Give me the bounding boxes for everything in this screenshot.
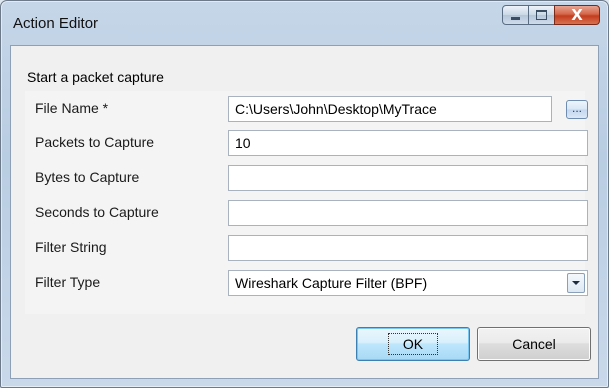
window-controls: X [502,5,600,25]
window-title: Action Editor [13,15,99,32]
packets-to-capture-label: Packets to Capture [35,134,155,150]
filter-string-field[interactable] [228,235,588,261]
ok-button[interactable]: OK [356,327,470,361]
chevron-down-icon [572,281,580,285]
close-icon: X [571,5,583,24]
filter-type-label: Filter Type [35,274,101,290]
close-button[interactable]: X [554,5,600,25]
seconds-to-capture-field[interactable] [228,200,588,226]
minimize-icon [511,16,520,20]
file-name-label: File Name * [35,100,109,116]
filter-string-label: Filter String [35,239,107,255]
dropdown-button[interactable] [567,273,585,293]
action-editor-window: Action Editor X Start a packet capture F… [0,0,609,388]
maximize-icon [536,10,547,20]
dialog-body: Start a packet capture File Name * C:\Us… [10,45,599,379]
filter-type-select[interactable]: Wireshark Capture Filter (BPF) [228,270,588,296]
section-title: Start a packet capture [27,69,164,85]
file-name-field[interactable]: C:\Users\John\Desktop\MyTrace [228,96,552,122]
seconds-to-capture-label: Seconds to Capture [35,204,159,220]
filter-type-value: Wireshark Capture Filter (BPF) [235,275,428,291]
minimize-button[interactable] [502,5,529,25]
bytes-to-capture-field[interactable] [228,165,588,191]
packets-to-capture-field[interactable]: 10 [228,130,588,156]
form-area: File Name * C:\Users\John\Desktop\MyTrac… [25,91,588,314]
maximize-button[interactable] [528,5,555,25]
ok-label: OK [387,333,439,355]
title-bar[interactable]: Action Editor X [1,1,608,45]
cancel-button[interactable]: Cancel [477,327,591,361]
bytes-to-capture-label: Bytes to Capture [35,169,140,185]
browse-button[interactable]: ... [566,100,588,119]
